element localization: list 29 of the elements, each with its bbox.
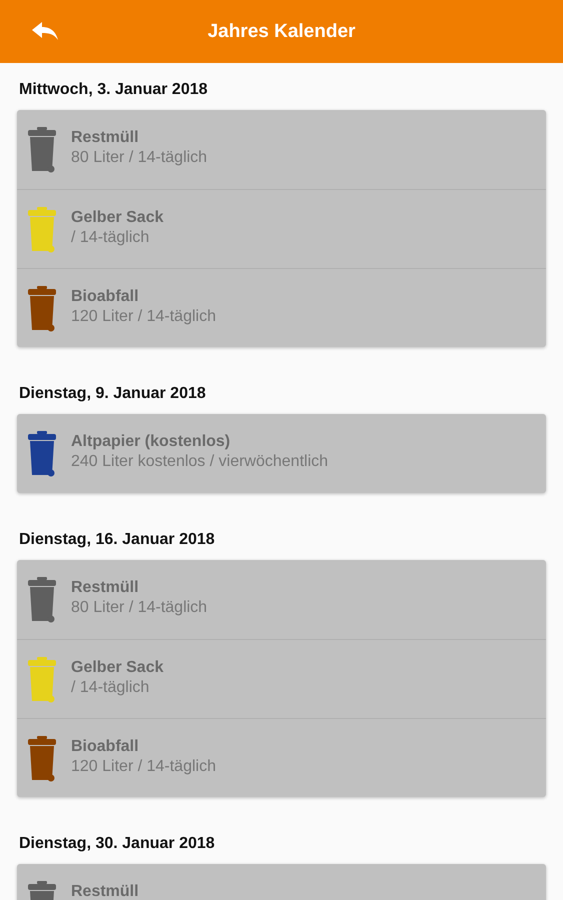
collection-row[interactable]: Restmüll [17,864,546,900]
waste-type: Bioabfall [71,738,140,756]
waste-detail: 240 Liter kostenlos / vierwöchentlich [71,453,328,471]
waste-detail: / 14-täglich [71,679,150,697]
collection-row[interactable]: Restmüll 80 Liter / 14-täglich [17,560,546,639]
waste-detail: 120 Liter / 14-täglich [71,758,216,776]
date-heading: Mittwoch, 3. Januar 2018 [18,80,209,100]
waste-type: Altpapier (kostenlos) [71,433,232,451]
waste-type: Restmüll [71,883,139,900]
waste-type: Restmüll [71,129,140,147]
collection-row[interactable]: Gelber Sack / 14-täglich [17,189,546,268]
waste-detail: / 14-täglich [71,229,150,247]
collection-row[interactable]: Bioabfall 120 Liter / 14-täglich [17,268,546,347]
collection-row[interactable]: Restmüll 80 Liter / 14-täglich [17,110,546,189]
waste-detail: 120 Liter / 14-täglich [71,308,216,326]
waste-type: Restmüll [71,579,140,597]
date-heading: Dienstag, 16. Januar 2018 [18,530,216,550]
waste-type: Gelber Sack [71,209,164,227]
collection-row[interactable]: Gelber Sack / 14-täglich [17,639,546,718]
waste-type: Gelber Sack [71,659,164,677]
waste-detail: 80 Liter / 14-täglich [71,599,208,617]
date-heading: Dienstag, 9. Januar 2018 [18,384,207,404]
collection-row[interactable]: Altpapier (kostenlos) 240 Liter kostenlos / vierwöchentlich [17,414,546,493]
collection-row[interactable]: Bioabfall 120 Liter / 14-täglich [17,718,546,797]
back-arrow-icon[interactable] [32,22,58,40]
waste-type: Bioabfall [71,288,140,306]
screen-title: Jahres Kalender [208,20,356,42]
date-heading: Dienstag, 30. Januar 2018 [18,834,216,854]
waste-detail: 80 Liter / 14-täglich [71,149,208,167]
